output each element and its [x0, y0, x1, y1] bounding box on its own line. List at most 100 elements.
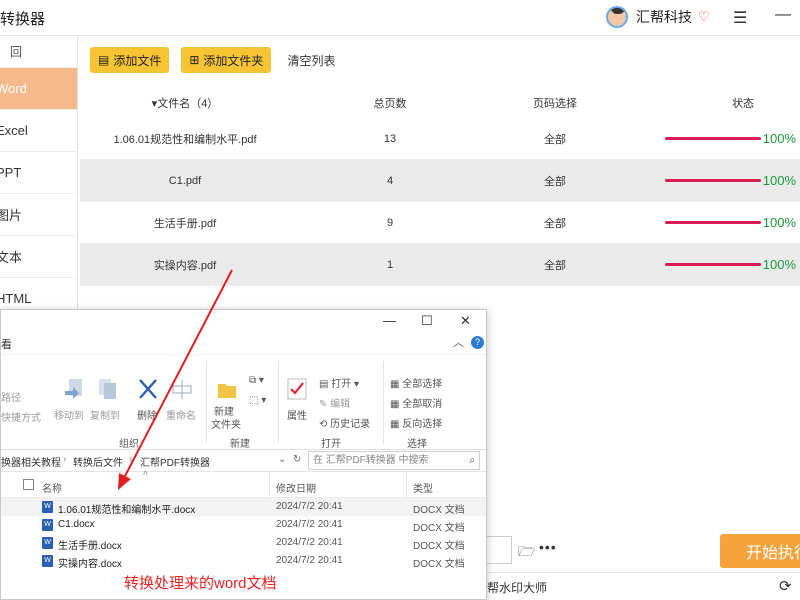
- word-doc-icon: W: [42, 501, 53, 513]
- file-date: 2024/7/2 20:41: [276, 501, 343, 512]
- file-date: 2024/7/2 20:41: [276, 555, 343, 566]
- list-item[interactable]: W 1.06.01规范性和编制水平.docx 2024/7/2 20:41 DO…: [1, 498, 486, 516]
- easy-access-icon[interactable]: ⬚ ▾: [249, 395, 266, 406]
- file-table: ▾文件名（4） 总页数 页码选择 状态 1.06.01规范性和编制水平.pdf …: [80, 88, 800, 286]
- add-folder-label: 添加文件夹: [203, 53, 264, 68]
- table-row[interactable]: 1.06.01规范性和编制水平.pdf 13 全部 100%: [80, 118, 800, 160]
- copy-path-button[interactable]: 路径: [1, 389, 21, 404]
- list-item[interactable]: W 生活手册.docx 2024/7/2 20:41 DOCX 文档: [1, 534, 486, 552]
- tab-view[interactable]: 看: [1, 336, 12, 352]
- edit-label: 编辑: [330, 399, 351, 410]
- sidebar-item-text[interactable]: 文本: [0, 236, 77, 278]
- row-page-range[interactable]: 全部: [500, 215, 610, 231]
- properties-button[interactable]: 属性: [287, 407, 307, 422]
- sidebar-item-image[interactable]: 图片: [0, 194, 77, 236]
- watermark-master-link[interactable]: 帮水印大师: [487, 579, 547, 596]
- folder-search-placeholder: 在 汇帮PDF转换器 中搜索: [313, 455, 429, 466]
- col-name-label[interactable]: 名称: [42, 480, 62, 495]
- select-none-button[interactable]: ▦ 全部取消: [390, 395, 442, 410]
- sidebar-home-item[interactable]: 回: [0, 36, 77, 68]
- add-file-label: 添加文件: [113, 53, 162, 68]
- col-type-label[interactable]: 类型: [413, 480, 433, 495]
- open-button[interactable]: ▤ 打开 ▾: [319, 375, 359, 390]
- new-folder-button-line2[interactable]: 文件夹: [211, 416, 241, 431]
- row-page-range[interactable]: 全部: [500, 257, 610, 273]
- row-status: 100%: [610, 173, 800, 188]
- divider: [487, 572, 800, 573]
- file-date: 2024/7/2 20:41: [276, 537, 343, 548]
- edit-button[interactable]: ✎ 编辑: [319, 395, 350, 410]
- sidebar-item-excel[interactable]: Excel: [0, 110, 77, 152]
- rename-icon: [172, 380, 192, 399]
- refresh-folder-icon[interactable]: ↻: [293, 454, 301, 465]
- file-name: 实操内容.docx: [58, 559, 122, 570]
- row-file-name: 生活手册.pdf: [153, 217, 217, 230]
- sidebar-item-word[interactable]: Word: [0, 68, 77, 110]
- file-list-header: ^ 名称 修改日期 类型: [1, 470, 486, 498]
- row-page-range[interactable]: 全部: [500, 173, 610, 189]
- minimize-icon[interactable]: —: [775, 6, 791, 24]
- breadcrumb-separator-icon: ›: [63, 454, 67, 465]
- menu-icon[interactable]: ☰: [733, 8, 747, 28]
- new-item-icon[interactable]: ⧉ ▾: [249, 375, 264, 386]
- row-status: 100%: [610, 131, 800, 146]
- column-separator: [406, 472, 407, 498]
- history-button[interactable]: ⟲ 历史记录: [319, 415, 370, 430]
- toolbar: ▤ 添加文件 ⊞ 添加文件夹 清空列表: [90, 47, 335, 73]
- output-path-input[interactable]: [487, 536, 512, 564]
- row-file-name: 实操内容.pdf: [153, 259, 217, 272]
- col-name-header[interactable]: ▾文件名（4）: [80, 95, 280, 111]
- table-row[interactable]: 实操内容.pdf 1 全部 100%: [80, 244, 800, 286]
- explorer-maximize-icon[interactable]: ☐: [421, 313, 433, 329]
- more-icon[interactable]: •••: [539, 539, 557, 555]
- folder-open-icon[interactable]: 🗁: [518, 541, 535, 565]
- add-folder-button[interactable]: ⊞ 添加文件夹: [181, 47, 272, 73]
- paste-shortcut-button[interactable]: 快捷方式: [1, 409, 41, 424]
- breadcrumb-tutorials[interactable]: 换器相关教程: [1, 454, 61, 469]
- select-all-checkbox[interactable]: [23, 479, 34, 490]
- delete-button[interactable]: 删除: [137, 407, 157, 422]
- progress-bar: [664, 137, 761, 140]
- invert-selection-button[interactable]: ▦ 反向选择: [390, 415, 442, 430]
- help-icon[interactable]: ?: [471, 336, 484, 349]
- group-organize-label: 组织: [119, 439, 139, 450]
- col-date-label[interactable]: 修改日期: [276, 480, 316, 495]
- clear-list-button[interactable]: 清空列表: [287, 52, 335, 69]
- chevron-up-icon[interactable]: ︿: [453, 334, 464, 350]
- sidebar-item-ppt[interactable]: PPT: [0, 152, 77, 194]
- copy-to-icon: [99, 379, 116, 399]
- list-item[interactable]: W C1.docx 2024/7/2 20:41 DOCX 文档: [1, 516, 486, 534]
- user-area[interactable]: 汇帮科技 ♡: [606, 6, 710, 28]
- delete-icon: [139, 379, 157, 399]
- explorer-close-icon[interactable]: ✕: [460, 313, 471, 329]
- avatar[interactable]: [606, 6, 628, 28]
- folder-search-input[interactable]: 在 汇帮PDF转换器 中搜索 ⌕: [308, 451, 480, 470]
- list-item[interactable]: W 实操内容.docx 2024/7/2 20:41 DOCX 文档: [1, 552, 486, 570]
- move-to-icon: [65, 379, 82, 399]
- copy-to-button[interactable]: 复制到: [90, 407, 120, 422]
- select-all-button[interactable]: ▦ 全部选择: [390, 375, 442, 390]
- move-to-button[interactable]: 移动到: [54, 407, 84, 422]
- progress-bar: [664, 263, 761, 266]
- username[interactable]: 汇帮科技: [636, 7, 692, 27]
- breadcrumb-converted[interactable]: 转换后文件: [73, 454, 123, 469]
- progress-bar: [664, 221, 761, 224]
- col-pages-header: 总页数: [373, 98, 407, 110]
- row-page-range[interactable]: 全部: [500, 131, 610, 147]
- address-bar[interactable]: 换器相关教程 › 转换后文件 › 汇帮PDF转换器 ⌄ ↻ 在 汇帮PDF转换器…: [1, 450, 486, 472]
- group-new-label: 新建: [230, 439, 250, 450]
- start-button[interactable]: 开始执行: [720, 534, 800, 568]
- rename-button[interactable]: 重命名: [166, 407, 196, 422]
- table-row[interactable]: 生活手册.pdf 9 全部 100%: [80, 202, 800, 244]
- refresh-icon[interactable]: ⟳: [779, 577, 792, 595]
- explorer-minimize-icon[interactable]: —: [383, 313, 396, 328]
- file-name: 生活手册.docx: [58, 541, 122, 552]
- table-row[interactable]: C1.pdf 4 全部 100%: [80, 160, 800, 202]
- sort-up-icon: ^: [143, 470, 148, 481]
- add-file-button[interactable]: ▤ 添加文件: [90, 47, 170, 73]
- word-doc-icon: W: [42, 537, 53, 549]
- breadcrumb-converter[interactable]: 汇帮PDF转换器: [140, 454, 210, 469]
- progress-percent: 100%: [762, 215, 796, 230]
- app-header: 转换器 汇帮科技 ♡ ☰ —: [0, 0, 800, 36]
- chevron-down-icon[interactable]: ⌄: [278, 454, 286, 465]
